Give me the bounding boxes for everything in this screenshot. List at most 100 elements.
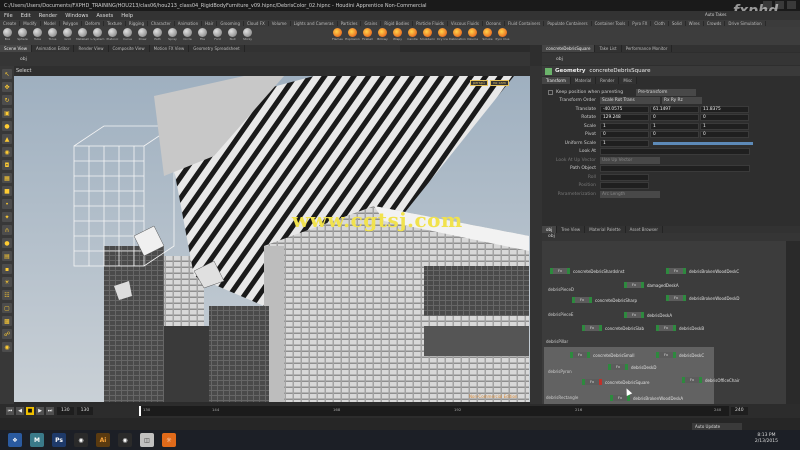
tab-performance-monitor[interactable]: Performance Monitor bbox=[622, 45, 673, 52]
shelf-tab[interactable]: Drive Simulation bbox=[725, 21, 766, 26]
node-box[interactable]: Fx bbox=[550, 268, 570, 274]
shelf-tab[interactable]: Polygon bbox=[60, 21, 83, 26]
shelf-tool-button[interactable]: Pyro Clus bbox=[495, 27, 510, 45]
maya-icon[interactable]: M bbox=[30, 433, 44, 447]
translate-y-field[interactable]: 61.1497 bbox=[650, 105, 699, 113]
render-icon[interactable]: ▤ bbox=[2, 251, 12, 261]
shelf-tool-button[interactable]: L-System bbox=[90, 27, 105, 45]
shelf-tool-button[interactable]: Spray bbox=[165, 27, 180, 45]
explorer-icon[interactable]: ◫ bbox=[140, 433, 154, 447]
link-icon[interactable]: ☍ bbox=[2, 329, 12, 339]
shelf-tab[interactable]: Cloth bbox=[651, 21, 669, 26]
shaded-icon[interactable]: ▩ bbox=[2, 316, 12, 326]
shelf-tab[interactable]: Create bbox=[0, 21, 21, 26]
node-box[interactable]: Fx bbox=[666, 295, 686, 301]
menu-edit[interactable]: Edit bbox=[17, 13, 35, 19]
houdini-icon[interactable]: ☼ bbox=[162, 433, 176, 447]
shelf-tab[interactable]: Fluid Containers bbox=[505, 21, 545, 26]
node-box[interactable]: Fx bbox=[582, 379, 602, 385]
path-object-field[interactable] bbox=[600, 165, 750, 173]
menu-help[interactable]: Help bbox=[117, 13, 137, 19]
shelf-tool-button[interactable]: Wispy bbox=[390, 27, 405, 45]
node-box[interactable]: Fx bbox=[656, 325, 676, 331]
shelf-tool-button[interactable]: Draw bbox=[135, 27, 150, 45]
shelf-tab[interactable]: Animation bbox=[175, 21, 203, 26]
shelf-tool-button[interactable]: Flames bbox=[330, 27, 345, 45]
display-options-icon[interactable]: ☷ bbox=[2, 290, 12, 300]
menu-file[interactable]: File bbox=[0, 13, 17, 19]
tab-scene-view[interactable]: Scene View bbox=[0, 45, 32, 52]
shelf-tool-button[interactable]: Volume bbox=[465, 27, 480, 45]
shelf-tab[interactable]: Volume bbox=[269, 21, 291, 26]
end-frame-field[interactable]: 240 bbox=[731, 407, 748, 415]
handle-tool-icon[interactable]: ▲ bbox=[2, 134, 12, 144]
shelf-tab[interactable]: Hair bbox=[202, 21, 218, 26]
shelf-tool-button[interactable]: File bbox=[195, 27, 210, 45]
translate-z-field[interactable]: 11.8375 bbox=[700, 105, 749, 113]
network-node[interactable]: Fx debrisDeskC bbox=[656, 352, 704, 358]
scale-tool-icon[interactable]: ▣ bbox=[2, 108, 12, 118]
tab-transform[interactable]: Transform bbox=[542, 77, 571, 84]
tab-tree-view[interactable]: Tree View bbox=[557, 226, 586, 233]
rotate-order-dropdown[interactable]: Rx Ry Rz bbox=[662, 97, 702, 105]
network-node[interactable]: Fx debrisDeskD bbox=[608, 364, 656, 370]
current-frame-field[interactable]: 130 bbox=[57, 407, 74, 415]
network-node[interactable]: Fx damagedDeskA bbox=[624, 282, 679, 288]
shelf-tab[interactable]: Pyro FX bbox=[629, 21, 652, 26]
shelf-tab[interactable]: Lights and Cameras bbox=[291, 21, 338, 26]
record-icon[interactable]: ● bbox=[2, 238, 12, 248]
play-icon[interactable]: ▶ bbox=[36, 407, 44, 415]
shelf-tab[interactable]: Particle Fluids bbox=[413, 21, 448, 26]
magnet-icon[interactable]: ∩ bbox=[2, 225, 12, 235]
start-frame-field[interactable]: 130 bbox=[76, 407, 94, 415]
rotate-x-field[interactable]: 129.248 bbox=[600, 114, 649, 122]
shelf-tab[interactable]: Cloud FX bbox=[244, 21, 269, 26]
shelf-tool-button[interactable]: Platonic bbox=[105, 27, 120, 45]
shelf-tab[interactable]: Grains bbox=[361, 21, 382, 26]
select-tool-icon[interactable]: ↖ bbox=[2, 69, 12, 79]
node-box[interactable]: Fx bbox=[610, 395, 630, 401]
tab-motion-fx-view[interactable]: Motion FX View bbox=[150, 45, 190, 52]
network-node[interactable]: Fx debrisBrokenWoodDeskD bbox=[666, 295, 739, 301]
menu-windows[interactable]: Windows bbox=[61, 13, 92, 19]
timeline-track[interactable]: 130 144 168 192 216 240 bbox=[139, 406, 729, 416]
stop-icon[interactable]: ■ bbox=[26, 407, 34, 415]
network-editor[interactable]: Fx concreteDebrisShardsInst Fx debrisBroke… bbox=[542, 241, 786, 404]
multi-snap-icon[interactable]: ✦ bbox=[2, 212, 12, 222]
light-icon[interactable]: ☀ bbox=[2, 277, 12, 287]
tab-render-view[interactable]: Render View bbox=[74, 45, 109, 52]
grid-snap-icon[interactable]: ▦ bbox=[2, 173, 12, 183]
shelf-tab[interactable]: Deform bbox=[82, 21, 105, 26]
node-box[interactable]: Fx bbox=[666, 268, 686, 274]
shelf-tool-button[interactable]: Candle bbox=[405, 27, 420, 45]
tab-geometry-spreadsheet[interactable]: Geometry Spreadsheet bbox=[189, 45, 245, 52]
visibility-icon[interactable]: ◉ bbox=[2, 342, 12, 352]
network-node[interactable]: Fx debrisOfficeChair bbox=[682, 377, 740, 383]
viewport-path[interactable]: obj bbox=[20, 57, 27, 62]
shelf-tab[interactable]: Viscous Fluids bbox=[448, 21, 483, 26]
tab-render[interactable]: Render bbox=[596, 77, 620, 84]
view-tool-icon[interactable]: ◉ bbox=[2, 147, 12, 157]
param-path[interactable]: obj bbox=[556, 57, 563, 62]
shelf-tool-button[interactable]: Path bbox=[150, 27, 165, 45]
shelf-tool-button[interactable]: Metaball bbox=[75, 27, 90, 45]
shelf-tool-button[interactable]: Dry Ice bbox=[435, 27, 450, 45]
shelf-tool-button[interactable]: Sphere bbox=[15, 27, 30, 45]
node-name[interactable]: concreteDebrisSquare bbox=[589, 68, 650, 74]
pivot-y-field[interactable]: 0 bbox=[650, 131, 699, 139]
camera-badge[interactable]: no cam bbox=[490, 80, 510, 86]
node-box[interactable]: Fx bbox=[608, 364, 628, 370]
step-back-icon[interactable]: ◀ bbox=[16, 407, 24, 415]
rotate-y-field[interactable]: 0 bbox=[650, 114, 699, 122]
shelf-tab[interactable]: Rigging bbox=[126, 21, 148, 26]
unity-icon-2[interactable]: ◉ bbox=[118, 433, 132, 447]
shelf-tab[interactable]: Container Tools bbox=[592, 21, 630, 26]
menu-render[interactable]: Render bbox=[35, 13, 61, 19]
shelf-tool-button[interactable]: Curve bbox=[120, 27, 135, 45]
shelf-tool-button[interactable]: Circle bbox=[180, 27, 195, 45]
network-node[interactable]: Fx debrisBrokenWoodDeskC bbox=[666, 268, 739, 274]
transform-order-dropdown[interactable]: Scale Rot Trans bbox=[600, 97, 660, 105]
uniform-scale-slider[interactable] bbox=[653, 141, 753, 145]
auto-takes-label[interactable]: Auto Takes bbox=[705, 12, 727, 17]
tab-asset-browser[interactable]: Asset Browser bbox=[626, 226, 664, 233]
